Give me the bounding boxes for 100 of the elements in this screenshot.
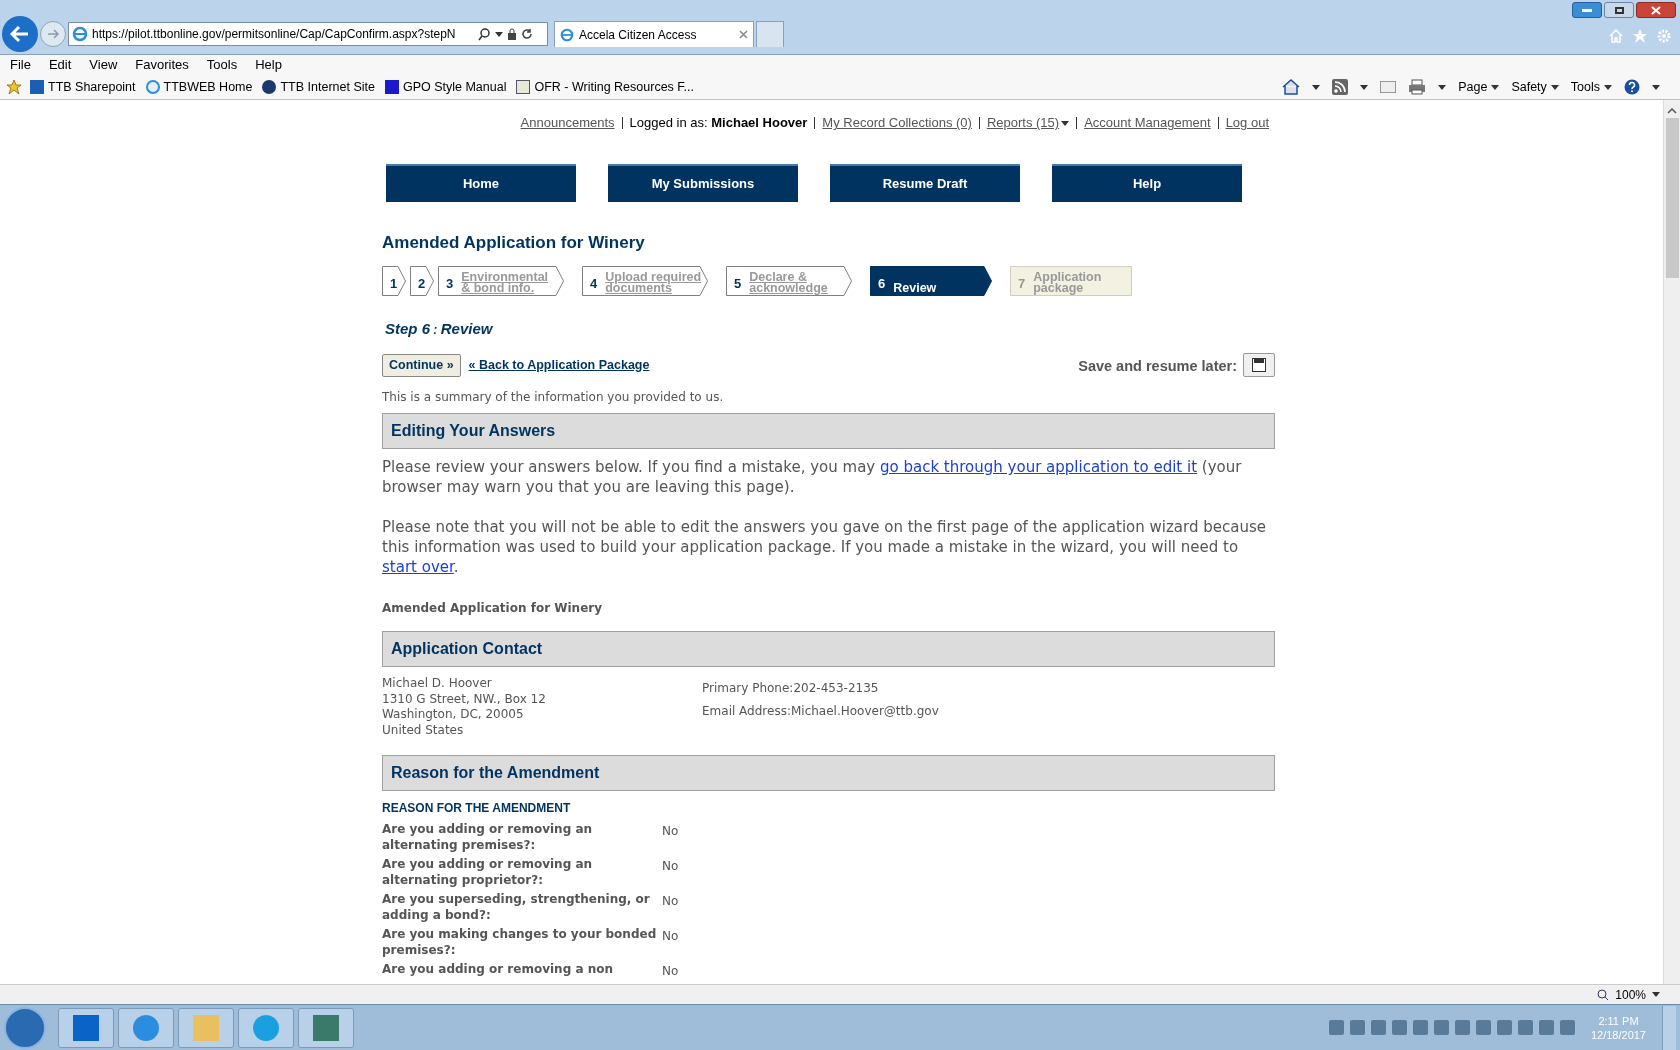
browser-tab[interactable]: Accela Citizen Access <box>554 21 754 47</box>
command-menu[interactable]: Page <box>1458 77 1500 97</box>
tray-icon[interactable] <box>1391 1020 1407 1035</box>
edit-link[interactable]: go back through your application to edit it <box>880 458 1198 476</box>
zoom-icon <box>1597 988 1610 1001</box>
favorites-link[interactable]: TTB Internet Site <box>262 77 375 97</box>
logged-in-text: Logged in as: Michael Hoover <box>629 114 808 133</box>
editing-paragraph: Please review your answers below. If you find a mistake, you may go back through your application to edit it (your browser may warn you that you are leaving this page). <box>382 457 1243 497</box>
new-tab-button[interactable] <box>756 21 784 47</box>
floppy-icon <box>1252 358 1266 372</box>
back-link[interactable]: « Back to Application Package <box>468 355 650 375</box>
tab-title: Accela Citizen Access <box>579 26 698 44</box>
nav-button[interactable]: Home <box>386 164 576 202</box>
tray-icon[interactable] <box>1496 1020 1512 1035</box>
home-icon[interactable] <box>1282 79 1301 95</box>
menu-item[interactable]: Help <box>255 55 282 75</box>
back-arrow-icon <box>10 25 30 43</box>
taskbar-app-button[interactable] <box>178 1007 234 1048</box>
help-icon[interactable] <box>1624 79 1640 95</box>
refresh-icon[interactable] <box>521 28 533 40</box>
answer-value: No <box>662 963 679 980</box>
command-menu[interactable]: Tools <box>1570 77 1612 97</box>
favorites-link[interactable]: GPO Style Manual <box>384 77 507 97</box>
wizard-step[interactable]: 1 <box>382 265 406 296</box>
forward-arrow-icon <box>47 29 59 39</box>
caret-icon <box>1652 992 1660 997</box>
continue-button[interactable]: Continue » <box>382 353 461 377</box>
tray-icon[interactable] <box>1370 1020 1386 1035</box>
restore-button[interactable] <box>1604 2 1634 18</box>
answer-value: No <box>662 823 679 840</box>
tray-icon[interactable] <box>1412 1020 1428 1035</box>
question-label: Are you adding or removing an alternating premises?: <box>382 822 594 853</box>
nav-button[interactable]: My Submissions <box>608 164 798 202</box>
tray-icon[interactable] <box>1328 1020 1344 1035</box>
mail-icon[interactable] <box>1380 81 1397 93</box>
reports-menu[interactable]: Reports (15) <box>986 113 1070 133</box>
command-menu[interactable]: Safety <box>1511 77 1559 97</box>
forward-button[interactable] <box>40 21 66 47</box>
favorites-link[interactable]: TTB Sharepoint <box>30 77 136 97</box>
tray-icon[interactable] <box>1454 1020 1470 1035</box>
menu-item[interactable]: Favorites <box>135 55 189 75</box>
star-icon[interactable] <box>1632 28 1648 44</box>
step-heading: Step 6 : Review <box>385 318 494 339</box>
nav-button[interactable]: Help <box>1052 164 1242 202</box>
caret-icon <box>1652 84 1660 90</box>
tray-icon[interactable] <box>1517 1020 1533 1035</box>
phone-text: Primary Phone:202-453-2135 <box>702 680 880 697</box>
caret-icon <box>1604 84 1612 90</box>
header-link[interactable]: Log out <box>1225 113 1269 133</box>
answer-value: No <box>662 858 679 875</box>
settings-icon[interactable] <box>1656 28 1672 44</box>
caret-icon <box>1438 84 1447 90</box>
search-icon[interactable] <box>478 27 491 41</box>
header-link[interactable]: Account Management <box>1084 113 1211 133</box>
answer-value: No <box>662 893 679 910</box>
menu-item[interactable]: Edit <box>48 55 72 75</box>
star-icon[interactable] <box>6 79 24 95</box>
caret-icon <box>1360 84 1369 90</box>
page-title: Amended Application for Winery <box>382 232 646 254</box>
section-header: Editing Your Answers <box>382 413 1275 449</box>
summary-text: This is a summary of the information you provided to us. <box>382 389 725 406</box>
caret-icon <box>1312 84 1321 90</box>
question-label: Are you superseding, strengthening, or adding a bond?: <box>382 892 651 923</box>
tray-icon[interactable] <box>1475 1020 1491 1035</box>
record-type: Amended Application for Winery <box>382 600 604 617</box>
close-icon[interactable] <box>739 30 748 39</box>
menu-item[interactable]: Tools <box>206 55 238 75</box>
wizard-step[interactable]: 2 <box>410 265 434 296</box>
feed-icon[interactable] <box>1332 79 1349 95</box>
menu-item[interactable]: View <box>89 55 118 75</box>
scroll-thumb[interactable] <box>1665 118 1679 278</box>
nav-button[interactable]: Resume Draft <box>830 164 1020 202</box>
caret-icon <box>1491 84 1500 90</box>
header-link[interactable]: My Record Collections (0) <box>822 113 972 133</box>
back-button[interactable] <box>2 16 38 52</box>
minimize-button[interactable] <box>1572 2 1602 18</box>
close-button[interactable] <box>1636 2 1676 18</box>
email-text: Email Address:Michael.Hoover@ttb.gov <box>702 703 939 720</box>
zoom-level[interactable]: 100% <box>1615 985 1646 1004</box>
close-icon <box>1651 5 1661 15</box>
taskbar-app-button[interactable] <box>118 1007 174 1048</box>
tray-icon[interactable] <box>1349 1020 1365 1035</box>
header-link[interactable]: Announcements <box>520 113 615 133</box>
printer-icon[interactable] <box>1408 79 1427 95</box>
wizard-step[interactable]: 6 Review <box>870 265 992 296</box>
scroll-up-icon[interactable] <box>1667 108 1677 114</box>
taskbar-app-button[interactable] <box>298 1007 354 1048</box>
save-button[interactable] <box>1243 353 1275 377</box>
favorites-link[interactable]: OFR - Writing Resources F... <box>516 77 694 97</box>
address-bar[interactable]: https://pilot.ttbonline.gov/permitsonline/Cap/CapConfirm.aspx?stepN <box>68 22 548 46</box>
tray-icon[interactable] <box>1559 1020 1575 1035</box>
caret-icon <box>1061 120 1070 126</box>
menu-item[interactable]: File <box>10 55 31 75</box>
favorites-link[interactable]: TTBWEB Home <box>145 77 253 97</box>
start-button[interactable] <box>4 1006 46 1049</box>
taskbar-app-button[interactable] <box>238 1007 294 1048</box>
tray-icon[interactable] <box>1538 1020 1554 1035</box>
tray-icon[interactable] <box>1433 1020 1449 1035</box>
show-desktop-button[interactable] <box>1662 1005 1676 1050</box>
start-over-link[interactable]: start over <box>382 558 454 576</box>
